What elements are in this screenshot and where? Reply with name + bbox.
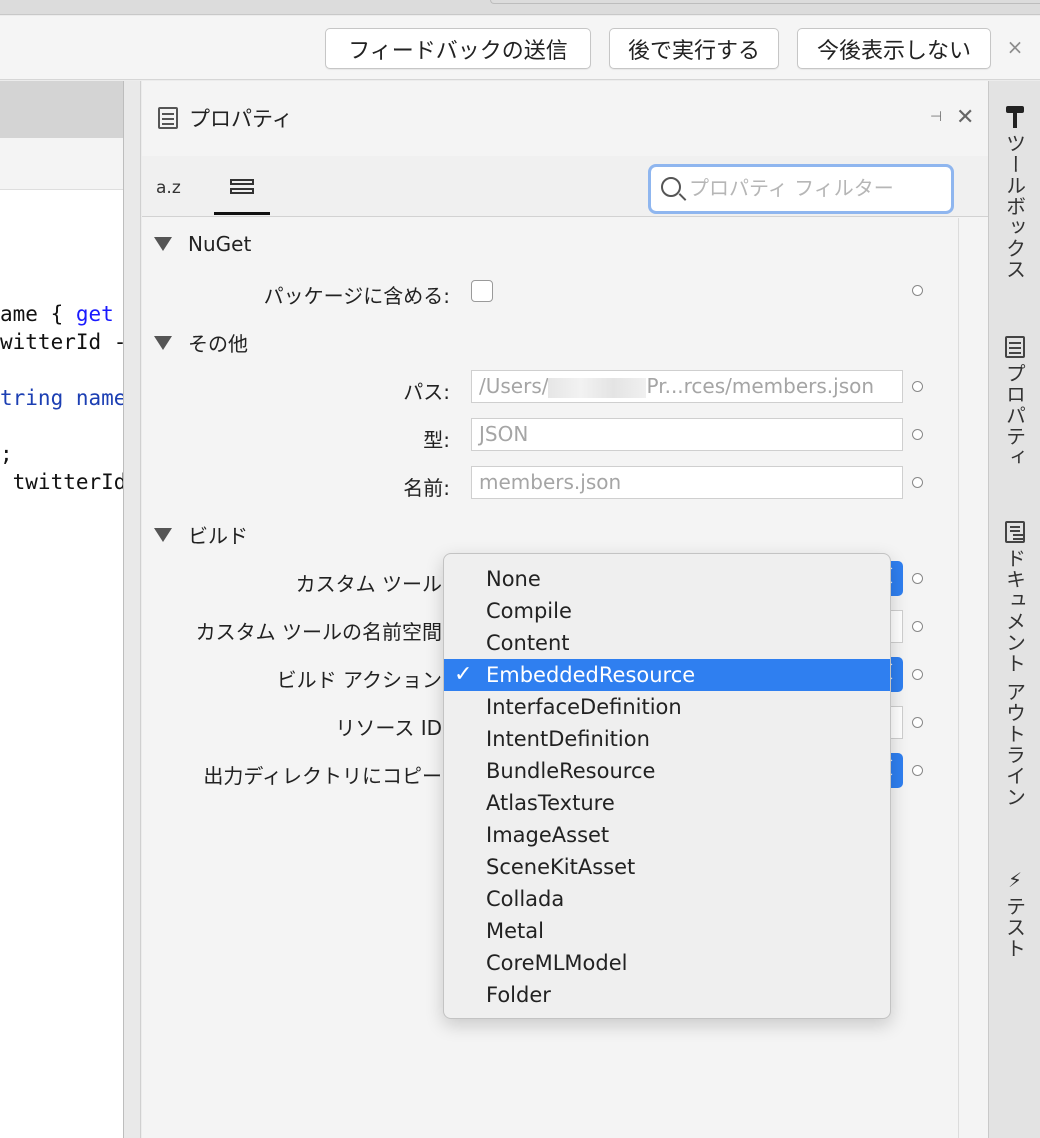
editor-splitter[interactable]: [123, 81, 141, 1138]
code-line-3: tring name: [0, 386, 123, 410]
property-grid-scrollbar[interactable]: [958, 218, 988, 1138]
send-feedback-button[interactable]: フィードバックの送信: [325, 28, 591, 69]
path-value-start: /Users/: [479, 374, 549, 398]
category-other[interactable]: その他: [154, 328, 248, 357]
window-top-strip: [0, 0, 1040, 15]
categorized-view-button[interactable]: [214, 156, 270, 215]
tab-bar-edge: [490, 0, 1040, 4]
dock-test-label: テスト: [1002, 896, 1027, 959]
category-icon-bottom: [230, 188, 254, 194]
pin-icon[interactable]: ⊣: [930, 109, 942, 125]
category-nuget[interactable]: NuGet: [154, 232, 251, 256]
code-line-5: twitterId: [0, 470, 123, 494]
build-action-label: ビルド アクション: [276, 668, 442, 692]
reset-indicator-icon[interactable]: [912, 669, 923, 680]
dock-toolbox[interactable]: ツールボックス: [989, 105, 1040, 280]
lightning-icon: ⚡: [1007, 868, 1023, 892]
type-label: 型:: [423, 428, 450, 452]
expand-triangle-icon[interactable]: [154, 237, 172, 251]
reset-indicator-icon[interactable]: [912, 285, 923, 296]
menu-item-bundleresource[interactable]: BundleResource: [444, 755, 890, 787]
code-line-1: ame { get: [0, 302, 114, 326]
menu-item-imageasset[interactable]: ImageAsset: [444, 819, 890, 851]
properties-sheet-icon: [1004, 335, 1026, 359]
dock-toolbox-label: ツールボックス: [1002, 133, 1027, 280]
checkmark-icon: ✓: [454, 662, 473, 687]
panel-close-icon[interactable]: ✕: [956, 105, 974, 130]
editor-tab-strip: [0, 81, 123, 138]
reset-indicator-icon[interactable]: [912, 765, 923, 776]
path-value-end: Pr...rces/members.json: [646, 374, 875, 398]
dock-properties[interactable]: プロパティ: [989, 335, 1040, 468]
dock-properties-label: プロパティ: [1002, 363, 1027, 468]
custom-tool-label: カスタム ツール: [295, 572, 442, 596]
feedback-close-icon[interactable]: ×: [1004, 35, 1026, 59]
code-editor[interactable]: ame { get witterId - tring name ; twitte…: [0, 81, 123, 1138]
menu-item-content[interactable]: Content: [444, 627, 890, 659]
expand-triangle-icon[interactable]: [154, 527, 172, 542]
category-other-label: その他: [188, 332, 248, 356]
search-icon: [661, 177, 681, 197]
expand-triangle-icon[interactable]: [154, 335, 172, 350]
properties-toolbar: a.z: [142, 156, 988, 217]
category-build[interactable]: ビルド: [154, 520, 248, 549]
path-field: /Users/Pr...rces/members.json: [471, 370, 903, 403]
properties-header: プロパティ ⊣ ✕: [142, 81, 988, 156]
code-line-4: ;: [0, 442, 13, 466]
dock-document-outline[interactable]: ドキュメント アウトライン: [989, 520, 1040, 807]
feedback-bar: フィードバックの送信 後で実行する 今後表示しない ×: [0, 16, 1040, 80]
reset-indicator-icon[interactable]: [912, 717, 923, 728]
reset-indicator-icon[interactable]: [912, 429, 923, 440]
menu-item-intentdefinition[interactable]: IntentDefinition: [444, 723, 890, 755]
menu-item-none[interactable]: None: [444, 563, 890, 595]
custom-tool-namespace-label: カスタム ツールの名前空間: [195, 620, 442, 644]
resource-id-label: リソース ID: [335, 716, 442, 740]
menu-item-folder[interactable]: Folder: [444, 979, 890, 1011]
menu-item-atlastexture[interactable]: AtlasTexture: [444, 787, 890, 819]
category-nuget-label: NuGet: [188, 232, 252, 256]
category-icon-top: [230, 179, 254, 185]
reset-indicator-icon[interactable]: [912, 621, 923, 632]
menu-item-compile[interactable]: Compile: [444, 595, 890, 627]
path-label: パス:: [403, 380, 450, 404]
menu-item-scenekitasset[interactable]: SceneKitAsset: [444, 851, 890, 883]
menu-item-coremlmodel[interactable]: CoreMLModel: [444, 947, 890, 979]
hammer-icon: [1004, 105, 1026, 129]
property-filter-input[interactable]: [689, 173, 947, 203]
menu-item-collada[interactable]: Collada: [444, 883, 890, 915]
properties-icon: [158, 107, 178, 129]
type-field: JSON: [471, 418, 903, 451]
name-label: 名前:: [403, 476, 450, 500]
category-build-label: ビルド: [188, 524, 248, 548]
dont-show-again-button[interactable]: 今後表示しない: [797, 28, 991, 69]
include-in-package-checkbox[interactable]: [471, 280, 493, 302]
reset-indicator-icon[interactable]: [912, 381, 923, 392]
menu-item-embeddedresource-label: EmbeddedResource: [486, 663, 696, 687]
redacted-username: [548, 377, 647, 398]
document-outline-icon: [1004, 520, 1026, 544]
properties-title: プロパティ: [189, 107, 293, 131]
run-later-button[interactable]: 後で実行する: [609, 28, 779, 69]
editor-navigation-bar: [0, 138, 123, 190]
menu-item-interfacedefinition[interactable]: InterfaceDefinition: [444, 691, 890, 723]
right-dock: ツールボックス プロパティ ドキュメント アウトライン ⚡ テスト: [988, 81, 1040, 1138]
reset-indicator-icon[interactable]: [912, 573, 923, 584]
dock-test[interactable]: ⚡ テスト: [989, 868, 1040, 959]
copy-to-output-label: 出力ディレクトリにコピー: [203, 764, 442, 788]
property-filter-box[interactable]: [648, 164, 954, 214]
reset-indicator-icon[interactable]: [912, 477, 923, 488]
dock-document-outline-label: ドキュメント アウトライン: [1002, 548, 1027, 808]
build-action-menu: None Compile Content ✓ EmbeddedResource I…: [443, 553, 891, 1019]
include-in-package-label: パッケージに含める:: [263, 284, 450, 308]
menu-item-metal[interactable]: Metal: [444, 915, 890, 947]
menu-item-embeddedresource[interactable]: ✓ EmbeddedResource: [444, 659, 890, 691]
sort-alphabetical-button[interactable]: a.z: [156, 178, 181, 198]
name-field: members.json: [471, 466, 903, 499]
code-line-2: witterId -: [0, 330, 123, 354]
